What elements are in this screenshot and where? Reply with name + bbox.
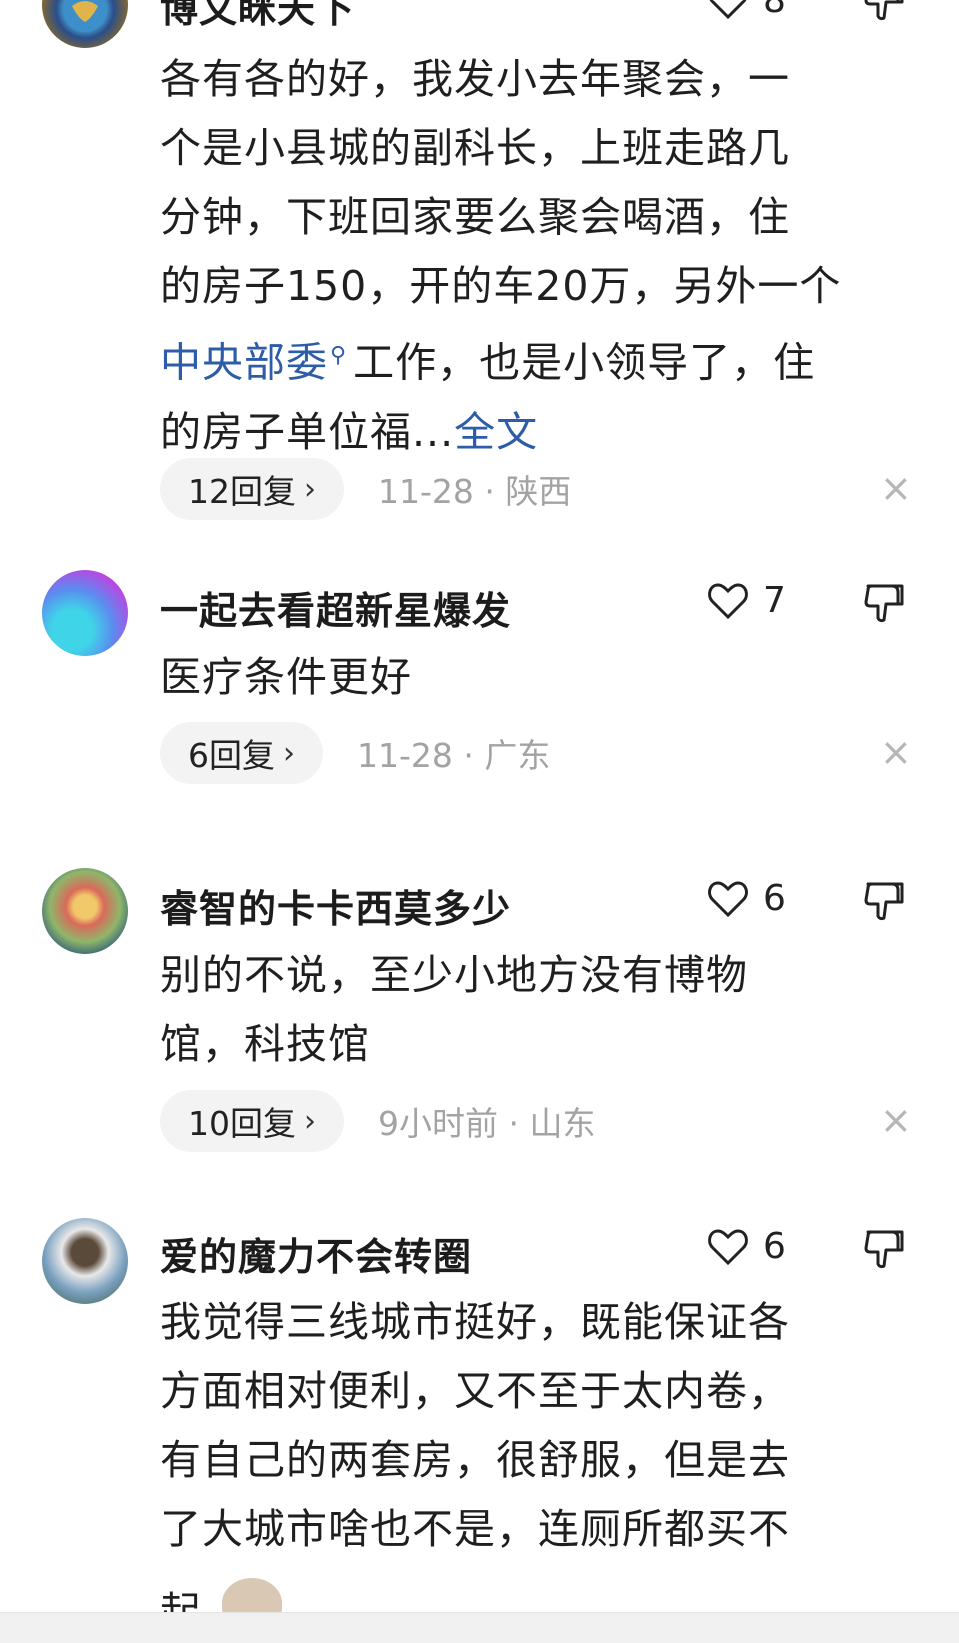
username[interactable]: 爱的魔力不会转圈 xyxy=(160,1226,472,1281)
dislike-button[interactable] xyxy=(862,0,906,24)
dislike-button[interactable] xyxy=(862,878,906,924)
replies-button[interactable]: 10回复 › xyxy=(160,1090,344,1152)
like-count: 8 xyxy=(763,0,786,21)
comment-body: 各有各的好，我发小去年聚会，一 个是小县城的副科长，上班走路几 分钟，下班回家要… xyxy=(160,55,842,456)
thumbs-down-icon xyxy=(864,0,904,21)
username[interactable]: 博文眯天下 xyxy=(160,0,355,33)
like-button[interactable]: 8 xyxy=(707,0,786,21)
avatar[interactable] xyxy=(42,868,128,954)
avatar[interactable] xyxy=(42,1218,128,1304)
comment-body: 我觉得三线城市挺好，既能保证各 方面相对便利，又不至于太内卷， 有自己的两套房，… xyxy=(160,1298,790,1553)
timestamp-location: 11-28 · 广东 xyxy=(357,736,551,775)
heart-icon xyxy=(708,1228,748,1265)
heart-icon xyxy=(708,880,748,917)
thumbs-down-icon xyxy=(864,882,904,921)
dislike-button[interactable] xyxy=(862,580,906,626)
like-button[interactable]: 7 xyxy=(707,580,786,621)
timestamp-location: 11-28 · 陕西 xyxy=(378,472,572,511)
comment-body-cut: 起 xyxy=(160,1578,283,1612)
cat-emoji-icon xyxy=(222,1578,283,1612)
like-count: 7 xyxy=(763,580,786,621)
timestamp-location: 9小时前 · 山东 xyxy=(378,1104,596,1143)
comment-meta: 6回复 › 11-28 · 广东 xyxy=(160,722,550,784)
username[interactable]: 一起去看超新星爆发 xyxy=(160,580,511,635)
bottom-input-bar[interactable] xyxy=(0,1612,959,1643)
keyword-link[interactable]: 中央部委 xyxy=(160,339,328,387)
heart-icon xyxy=(708,582,748,619)
like-count: 6 xyxy=(763,878,786,919)
replies-button[interactable]: 12回复 › xyxy=(160,458,344,520)
avatar[interactable] xyxy=(42,0,128,48)
username[interactable]: 睿智的卡卡西莫多少 xyxy=(160,878,511,933)
comment-meta: 10回复 › 9小时前 · 山东 xyxy=(160,1090,595,1152)
replies-button[interactable]: 6回复 › xyxy=(160,722,323,784)
close-icon[interactable]: × xyxy=(880,733,912,771)
chevron-right-icon: › xyxy=(304,471,316,507)
globe-avatar-icon xyxy=(63,0,107,32)
close-icon[interactable]: × xyxy=(880,469,912,507)
comment-body: 医疗条件更好 xyxy=(160,653,412,701)
like-button[interactable]: 6 xyxy=(707,878,786,919)
chevron-right-icon: › xyxy=(304,1103,316,1139)
chevron-right-icon: › xyxy=(283,735,295,771)
close-icon[interactable]: × xyxy=(880,1101,912,1139)
thumbs-down-icon xyxy=(864,1230,904,1269)
like-button[interactable]: 6 xyxy=(707,1226,786,1267)
avatar[interactable] xyxy=(42,570,128,656)
thumbs-down-icon xyxy=(864,584,904,623)
dislike-button[interactable] xyxy=(862,1226,906,1272)
comment-body: 别的不说，至少小地方没有博物 馆，科技馆 xyxy=(160,951,748,1068)
like-count: 6 xyxy=(763,1226,786,1267)
search-icon: ⚲ xyxy=(330,343,348,368)
comment-meta: 12回复 › 11-28 · 陕西 xyxy=(160,458,571,520)
heart-icon xyxy=(709,0,747,19)
full-text-link[interactable]: 全文 xyxy=(454,408,538,456)
